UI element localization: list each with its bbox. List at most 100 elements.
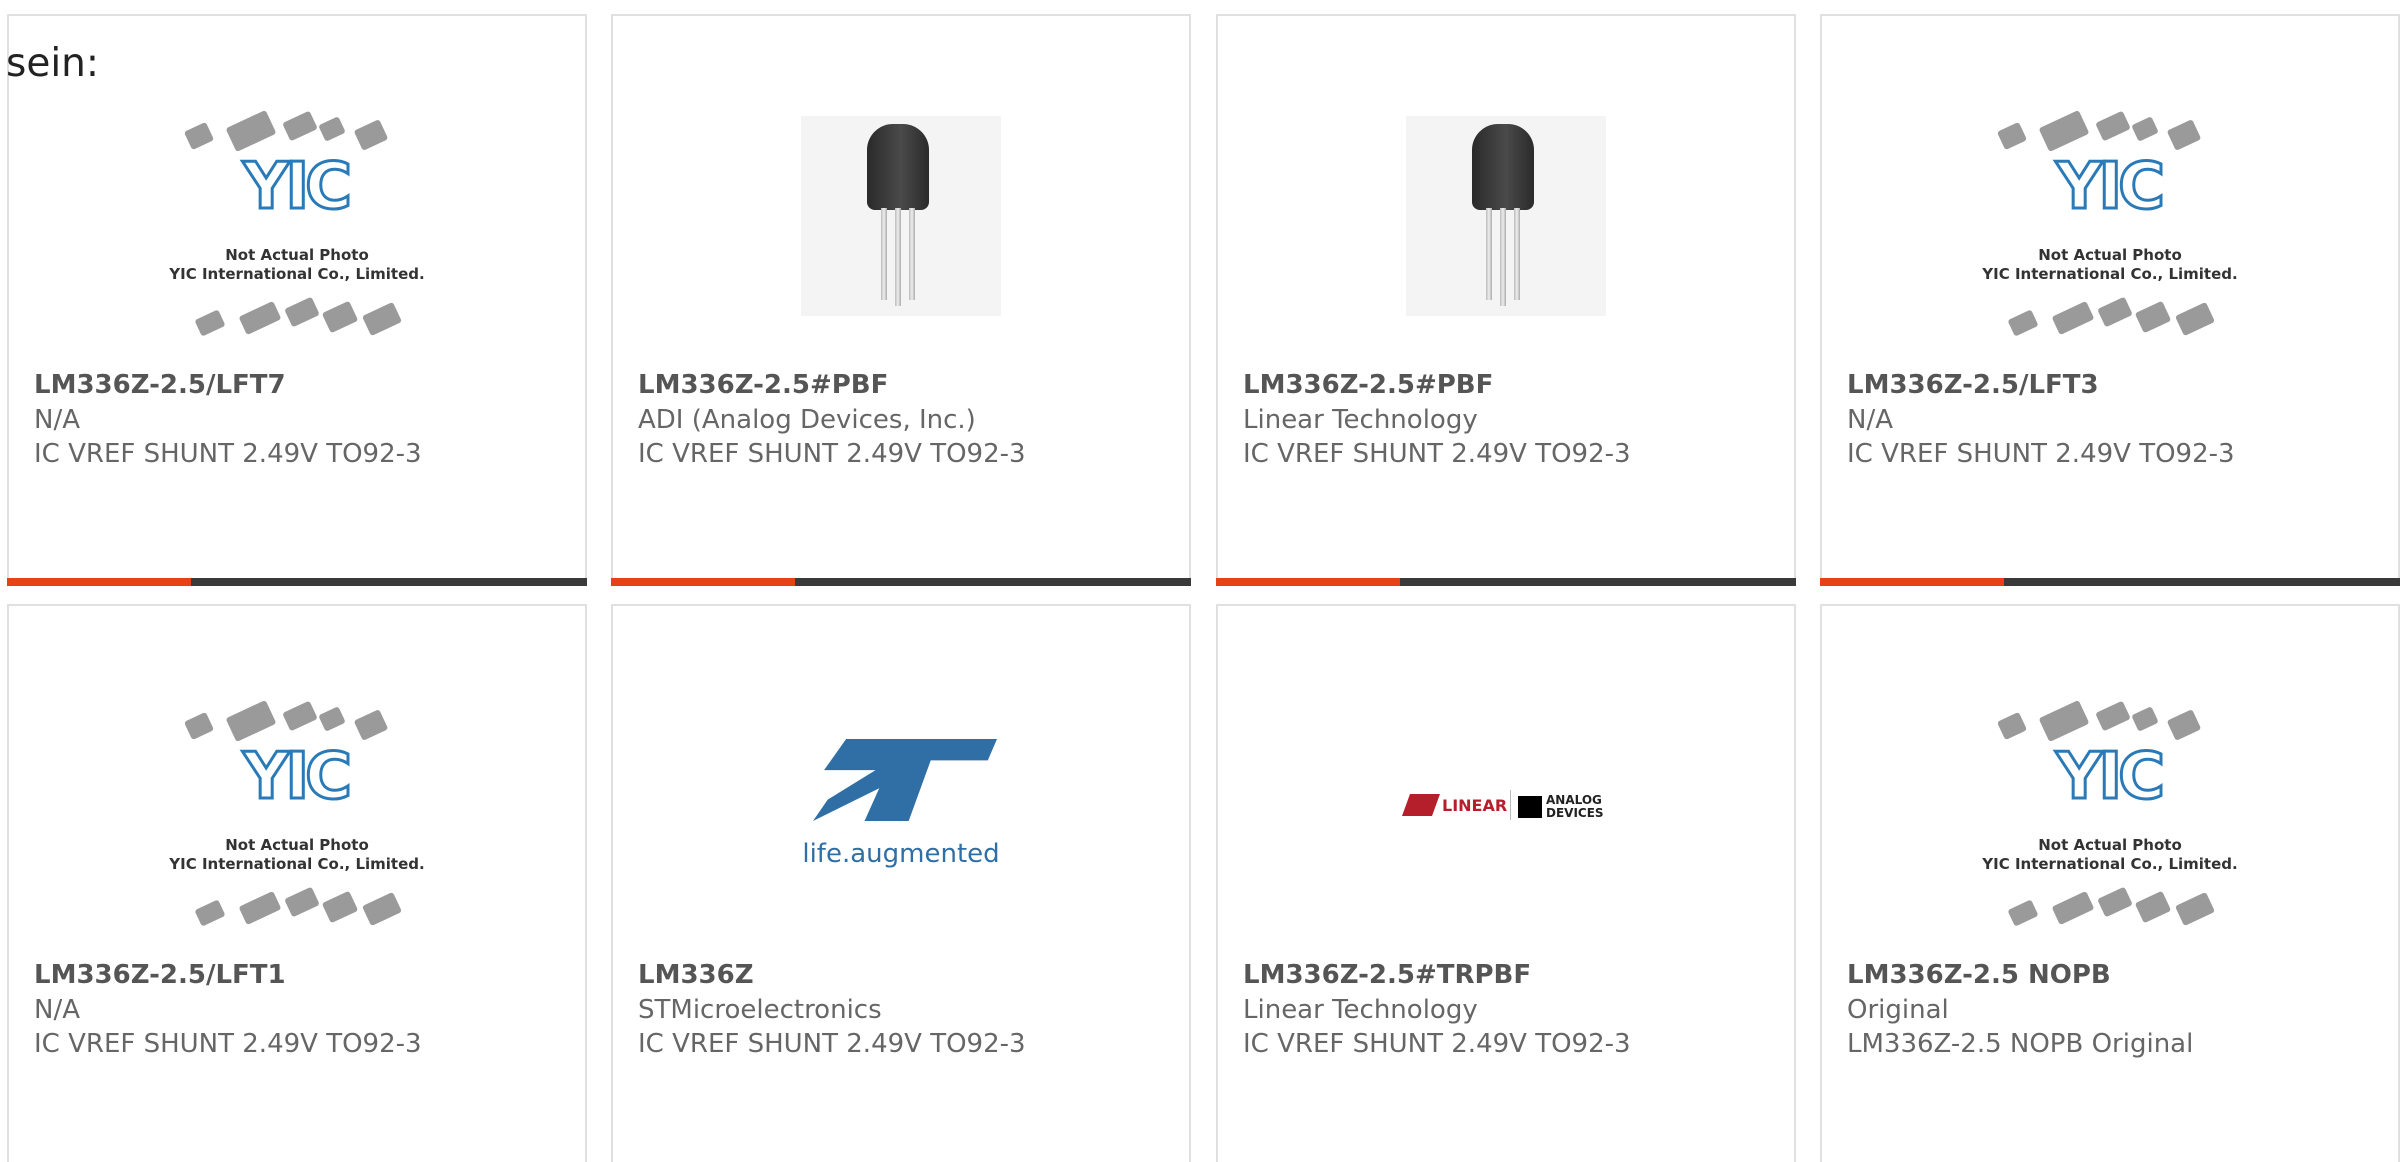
part-number-link[interactable]: LM336Z-2.5#PBF [1243, 368, 1784, 403]
chip-icon [2097, 886, 2133, 918]
chip-icon [318, 706, 346, 732]
transistor-lead [895, 208, 901, 306]
yic-logo-icon: YIC [241, 149, 353, 226]
yic-placeholder-image: YIC Not Actual Photo YIC International Co.… [1970, 96, 2250, 337]
manufacturer-label: Linear Technology [1243, 995, 1478, 1025]
product-card[interactable]: YIC Not Actual Photo YIC International Co.… [7, 604, 587, 1162]
product-thumbnail[interactable] [613, 66, 1189, 366]
yic-placeholder-image: YIC Not Actual Photo YIC International Co.… [157, 96, 437, 337]
chip-icon [2131, 706, 2159, 732]
chip-icon [2038, 109, 2090, 153]
chip-icon [321, 300, 359, 334]
transistor-lead [1486, 208, 1492, 300]
chip-icon [2051, 300, 2095, 336]
part-number-link[interactable]: LM336Z-2.5/LFT7 [34, 368, 575, 403]
manufacturer-label: Linear Technology [1243, 405, 1478, 435]
yic-placeholder-image: YIC Not Actual Photo YIC International Co.… [157, 686, 437, 927]
placeholder-note: Not Actual Photo [2038, 246, 2182, 264]
product-thumbnail[interactable]: YIC Not Actual Photo YIC International Co.… [1822, 66, 2398, 366]
st-tagline: life.augmented [802, 839, 1000, 869]
chip-icon [238, 890, 282, 926]
chip-icon [2134, 300, 2172, 334]
chip-icon [1996, 121, 2028, 151]
chip-icon [183, 711, 215, 741]
card-accent-bar [611, 578, 795, 586]
part-number-link[interactable]: LM336Z-2.5#TRPBF [1243, 958, 1784, 993]
product-info: LM336Z-2.5#PBF ADI (Analog Devices, Inc.)… [638, 368, 1179, 471]
product-thumbnail[interactable]: YIC Not Actual Photo YIC International Co.… [1822, 656, 2398, 956]
description-label: IC VREF SHUNT 2.49V TO92-3 [34, 1029, 422, 1059]
chip-icon [2097, 296, 2133, 328]
description-label: LM336Z-2.5 NOPB Original [1847, 1029, 2194, 1059]
yic-logo-icon: YIC [241, 739, 353, 816]
part-number-link[interactable]: LM336Z-2.5 NOPB [1847, 958, 2388, 993]
placeholder-note: Not Actual Photo [2038, 836, 2182, 854]
placeholder-company: YIC International Co., Limited. [1982, 265, 2238, 283]
description-label: IC VREF SHUNT 2.49V TO92-3 [34, 439, 422, 469]
chip-icon [225, 699, 277, 743]
chip-icon [2007, 899, 2039, 927]
chip-icon [282, 110, 318, 142]
manufacturer-label: ADI (Analog Devices, Inc.) [638, 405, 976, 435]
chip-icon [2095, 110, 2131, 142]
chip-icon [2174, 891, 2216, 927]
description-label: IC VREF SHUNT 2.49V TO92-3 [638, 1029, 1026, 1059]
manufacturer-label: N/A [34, 405, 80, 435]
chip-icon [318, 116, 346, 142]
placeholder-note: Not Actual Photo [225, 836, 369, 854]
chip-icon [183, 121, 215, 151]
product-thumbnail[interactable]: YIC Not Actual Photo YIC International Co.… [9, 66, 585, 366]
product-thumbnail[interactable] [1218, 66, 1794, 366]
part-number-link[interactable]: LM336Z-2.5/LFT3 [1847, 368, 2388, 403]
chip-icon [238, 300, 282, 336]
chip-icon [2166, 119, 2202, 151]
chip-icon [2038, 699, 2090, 743]
chip-icon [353, 709, 389, 741]
card-bottom-bar [1820, 578, 2400, 586]
transistor-lead [881, 208, 887, 300]
description-label: IC VREF SHUNT 2.49V TO92-3 [1243, 439, 1631, 469]
chip-icon [284, 886, 320, 918]
product-card[interactable]: YIC Not Actual Photo YIC International Co.… [7, 14, 587, 586]
product-card[interactable]: life.augmented LM336Z STMicroelectronics IC… [611, 604, 1191, 1162]
lt-mark-icon [1401, 794, 1441, 816]
product-info: LM336Z-2.5/LFT3 N/A IC VREF SHUNT 2.49V TO… [1847, 368, 2388, 471]
part-number-link[interactable]: LM336Z-2.5/LFT1 [34, 958, 575, 993]
part-number-link[interactable]: LM336Z-2.5#PBF [638, 368, 1179, 403]
product-card[interactable]: YIC Not Actual Photo YIC International Co.… [1820, 14, 2400, 586]
adi-mark-icon [1518, 796, 1542, 818]
product-card[interactable]: LINEAR ANALOG DEVICES LM336Z-2.5#TRPBF Line… [1216, 604, 1796, 1162]
card-accent-bar [1216, 578, 1400, 586]
product-thumbnail[interactable]: LINEAR ANALOG DEVICES [1218, 656, 1794, 956]
part-number-link[interactable]: LM336Z [638, 958, 1179, 993]
chip-icon [2134, 890, 2172, 924]
product-card[interactable]: YIC Not Actual Photo YIC International Co.… [1820, 604, 2400, 1162]
chip-icon [361, 301, 403, 337]
product-info: LM336Z-2.5/LFT1 N/A IC VREF SHUNT 2.49V TO… [34, 958, 575, 1061]
manufacturer-label: Original [1847, 995, 1949, 1025]
product-thumbnail[interactable]: YIC Not Actual Photo YIC International Co.… [9, 656, 585, 956]
product-card[interactable]: LM336Z-2.5#PBF Linear Technology IC VREF S… [1216, 14, 1796, 586]
chip-icon [1996, 711, 2028, 741]
chip-icon [194, 899, 226, 927]
chip-icon [284, 296, 320, 328]
placeholder-company: YIC International Co., Limited. [1982, 855, 2238, 873]
adi-wordmark: ANALOG DEVICES [1546, 793, 1604, 820]
chip-icon [2166, 709, 2202, 741]
yic-logo-icon: YIC [2054, 739, 2166, 816]
card-accent-bar [1820, 578, 2004, 586]
manufacturer-label: N/A [1847, 405, 1893, 435]
product-info: LM336Z-2.5 NOPB Original LM336Z-2.5 NOPB O… [1847, 958, 2388, 1061]
transistor-body [867, 124, 929, 210]
transistor-lead [909, 208, 915, 300]
yic-logo-icon: YIC [2054, 149, 2166, 226]
lead-text: sein: [6, 41, 100, 86]
chip-icon [225, 109, 277, 153]
product-thumbnail[interactable]: life.augmented [613, 656, 1189, 956]
product-info: LM336Z-2.5/LFT7 N/A IC VREF SHUNT 2.49V TO… [34, 368, 575, 471]
description-label: IC VREF SHUNT 2.49V TO92-3 [1243, 1029, 1631, 1059]
description-label: IC VREF SHUNT 2.49V TO92-3 [1847, 439, 2235, 469]
manufacturer-label: STMicroelectronics [638, 995, 882, 1025]
product-info: LM336Z-2.5#TRPBF Linear Technology IC VREF… [1243, 958, 1784, 1061]
product-card[interactable]: LM336Z-2.5#PBF ADI (Analog Devices, Inc.)… [611, 14, 1191, 586]
